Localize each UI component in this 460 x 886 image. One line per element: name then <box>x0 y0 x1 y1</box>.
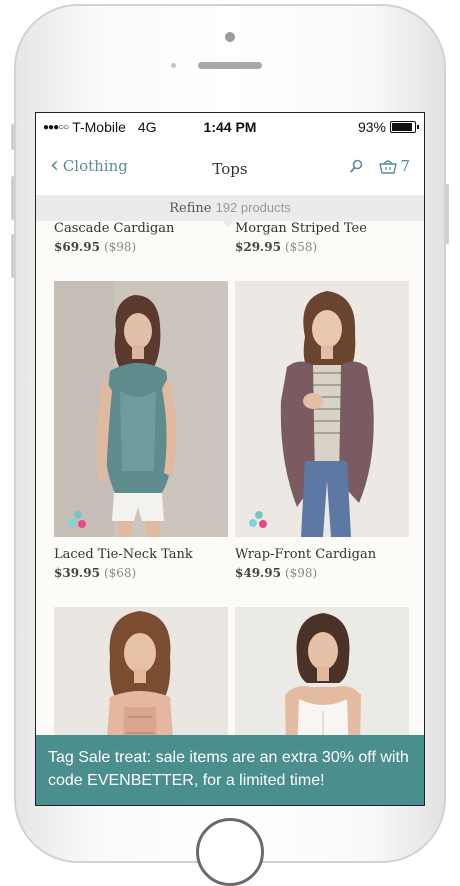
volume-down-button <box>11 234 15 278</box>
product-grid: Cascade Cardigan $69.95 ($98) Morgan Stri… <box>36 221 424 805</box>
product-price: $69.95 ($98) <box>54 240 228 254</box>
cart-button[interactable]: 7 <box>379 157 410 175</box>
product-count: 192 products <box>215 200 291 215</box>
original-price: ($58) <box>284 240 318 254</box>
battery-icon <box>390 121 419 133</box>
product-image[interactable] <box>54 281 228 537</box>
front-camera <box>225 32 235 42</box>
sale-price: $39.95 <box>54 566 100 580</box>
product-card[interactable]: Cascade Cardigan $69.95 ($98) <box>54 221 228 254</box>
product-name: Cascade Cardigan <box>54 221 175 236</box>
sale-price: $29.95 <box>235 240 281 254</box>
refine-bar[interactable]: Refine 192 products <box>36 195 424 227</box>
home-button[interactable] <box>196 818 264 886</box>
product-price: $49.95 ($98) <box>235 566 409 580</box>
product-image[interactable] <box>235 281 409 537</box>
nav-actions: 7 <box>350 157 410 175</box>
earpiece-speaker <box>198 62 262 69</box>
product-name: Laced Tie-Neck Tank <box>54 547 193 562</box>
product-price: $29.95 ($58) <box>235 240 409 254</box>
original-price: ($98) <box>284 566 318 580</box>
nav-bar: ‹ Clothing Tops 7 <box>36 141 424 195</box>
cardigan-model-image <box>235 281 409 537</box>
original-price: ($68) <box>103 566 137 580</box>
product-name: Wrap-Front Cardigan <box>235 547 377 562</box>
product-card[interactable]: Wrap-Front Cardigan $49.95 ($98) <box>235 547 409 580</box>
product-card[interactable]: Laced Tie-Neck Tank $39.95 ($68) <box>54 547 228 580</box>
basket-icon <box>379 159 398 174</box>
status-right: 93% <box>357 119 419 135</box>
product-name: Morgan Striped Tee <box>235 221 367 236</box>
tank-top-model-image <box>54 281 228 537</box>
color-swatch-icon <box>66 507 88 529</box>
promo-banner[interactable]: Tag Sale treat: sale items are an extra … <box>36 735 424 805</box>
status-bar: ●●●○○ T-Mobile 4G 1:44 PM 93% <box>36 113 424 141</box>
cart-count: 7 <box>400 157 410 175</box>
product-price: $39.95 ($68) <box>54 566 228 580</box>
app-screen: ●●●○○ T-Mobile 4G 1:44 PM 93% ‹ Clothing… <box>35 112 425 806</box>
mute-switch <box>11 124 15 150</box>
battery-percent: 93% <box>357 119 386 135</box>
color-swatch-icon <box>247 507 269 529</box>
refine-label: Refine <box>169 201 212 216</box>
original-price: ($98) <box>103 240 137 254</box>
search-icon <box>350 159 363 173</box>
proximity-sensor <box>171 63 176 68</box>
sale-price: $49.95 <box>235 566 281 580</box>
search-button[interactable] <box>350 159 363 173</box>
sale-price: $69.95 <box>54 240 100 254</box>
power-button <box>445 184 449 244</box>
volume-up-button <box>11 176 15 220</box>
product-card[interactable]: Morgan Striped Tee $29.95 ($58) <box>235 221 409 254</box>
